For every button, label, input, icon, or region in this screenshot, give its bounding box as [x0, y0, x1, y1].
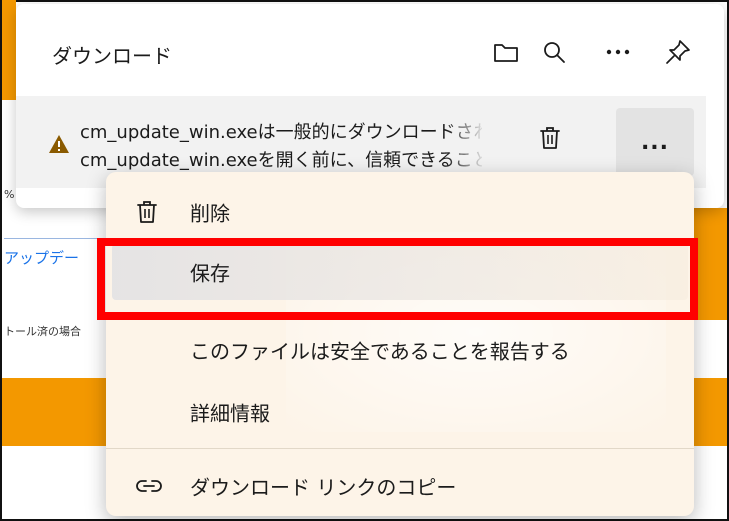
more-options-button[interactable] [600, 34, 636, 70]
trash-icon [540, 127, 560, 149]
text-fade [446, 110, 486, 180]
page-orange-strip [2, 0, 16, 100]
page-divider [4, 238, 104, 239]
menu-item-label: このファイルは安全であることを報告する [190, 339, 570, 364]
menu-item-report-safe[interactable]: このファイルは安全であることを報告する [106, 320, 694, 380]
search-icon [544, 42, 565, 63]
warning-icon [49, 135, 69, 153]
menu-item-label: 削除 [190, 201, 230, 226]
menu-divider [106, 448, 694, 449]
page-install-note: トール済の場合 [4, 325, 81, 338]
open-folder-button[interactable] [488, 34, 524, 70]
menu-item-details[interactable]: 詳細情報 [106, 382, 694, 442]
page-update-link[interactable]: アップデー [4, 247, 79, 268]
page-text-fragment: % [4, 188, 15, 201]
menu-item-copy-link[interactable]: ダウンロード リンクのコピー [106, 456, 694, 516]
menu-item-label: ダウンロード リンクのコピー [190, 475, 457, 500]
download-context-menu: 削除 保存 このファイルは安全であることを報告する 詳細情報 ダウンロード リン… [106, 172, 694, 516]
download-warning-line-2: cm_update_win.exeを開く前に、信頼できることを確認してください [80, 150, 482, 171]
search-downloads-button[interactable] [536, 34, 572, 70]
folder-icon [494, 44, 518, 62]
delete-download-button[interactable] [530, 118, 570, 158]
more-icon [606, 49, 630, 55]
trash-icon [137, 201, 157, 223]
menu-item-label: 詳細情報 [190, 401, 270, 426]
pin-icon [666, 40, 690, 64]
pin-flyout-button[interactable] [660, 34, 696, 70]
download-more-button[interactable]: ... [616, 108, 694, 176]
download-warning-line-1: cm_update_win.exeは一般的にダウンロードされていません [80, 122, 482, 143]
downloads-title: ダウンロード [52, 44, 172, 68]
link-icon [136, 480, 162, 492]
menu-item-delete[interactable]: 削除 [106, 182, 694, 242]
annotation-highlight-box [97, 238, 698, 320]
